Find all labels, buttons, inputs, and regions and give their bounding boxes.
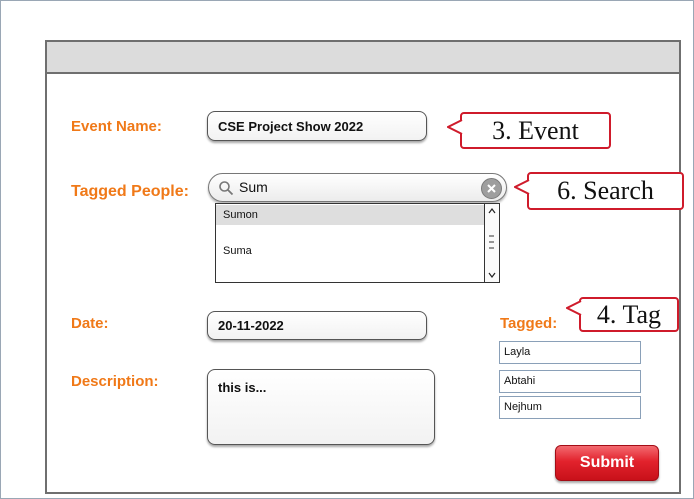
tagged-people-label: Tagged People: [71, 183, 189, 200]
callout-event-tail [447, 119, 463, 135]
event-name-field[interactable]: CSE Project Show 2022 [207, 111, 427, 141]
tagged-person[interactable]: Abtahi [499, 370, 641, 393]
callout-tag-tail [566, 300, 582, 316]
description-textarea[interactable]: this is... [207, 369, 435, 445]
suggestion-dropdown: Sumon Suma [215, 203, 500, 283]
tagged-person[interactable]: Layla [499, 341, 641, 364]
people-search-input[interactable]: Sum [208, 173, 507, 202]
search-text: Sum [239, 179, 268, 195]
suggestion-item[interactable]: Sumon [216, 205, 484, 225]
callout-search-tail [514, 179, 530, 195]
tagged-person[interactable]: Nejhum [499, 396, 641, 419]
callout-search: 6. Search [527, 172, 684, 210]
submit-button[interactable]: Submit [555, 445, 659, 481]
dropdown-scrollbar[interactable] [484, 204, 499, 282]
window-titlebar [47, 42, 679, 74]
suggestion-item[interactable]: Suma [216, 241, 484, 261]
search-icon [219, 181, 234, 196]
chevron-up-icon[interactable] [486, 205, 498, 217]
close-circle-icon[interactable] [481, 178, 502, 199]
date-label: Date: [71, 315, 109, 332]
scroll-thumb[interactable] [487, 232, 496, 256]
callout-event: 3. Event [460, 112, 611, 149]
chevron-down-icon[interactable] [486, 269, 498, 281]
callout-tag: 4. Tag [579, 297, 679, 332]
description-label: Description: [71, 373, 159, 390]
tagged-label: Tagged: [500, 315, 558, 332]
date-field[interactable]: 20-11-2022 [207, 311, 427, 340]
event-name-label: Event Name: [71, 118, 162, 135]
